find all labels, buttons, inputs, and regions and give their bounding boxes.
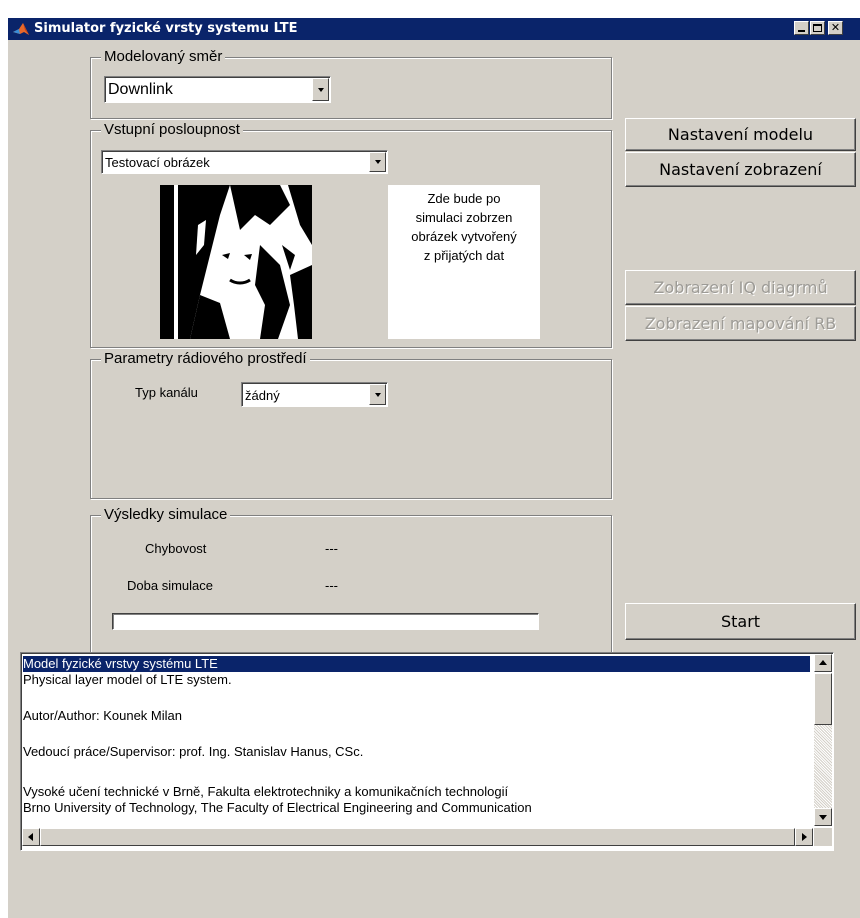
chevron-down-icon xyxy=(374,392,381,397)
input-sequence-select-arrow[interactable] xyxy=(369,152,386,172)
main-window: Simulator fyzické vrsty systemu LTE ✕ Mo… xyxy=(8,18,860,918)
start-button[interactable]: Start xyxy=(625,603,856,640)
model-settings-button[interactable]: Nastavení modelu xyxy=(625,118,856,151)
arrow-left-icon xyxy=(28,833,33,841)
output-image-placeholder: Zde bude po simulaci zobrzen obrázek vyt… xyxy=(388,185,540,339)
direction-panel: Modelovaný směr Downlink xyxy=(90,48,612,119)
radio-environment-panel: Parametry rádiového prostředí Typ kanálu… xyxy=(90,350,612,499)
channel-type-select-value: žádný xyxy=(245,388,280,403)
rb-mapping-button[interactable]: Zobrazení mapování RB xyxy=(625,306,856,341)
input-panel: Vstupní posloupnost Testovací obrázek Zd… xyxy=(90,121,612,348)
placeholder-line: simulaci zobrzen xyxy=(415,210,513,225)
chevron-down-icon xyxy=(317,87,324,92)
channel-type-select-arrow[interactable] xyxy=(369,384,386,405)
maximize-button[interactable] xyxy=(810,21,825,35)
horizontal-scroll-thumb[interactable] xyxy=(40,828,795,846)
error-rate-label: Chybovost xyxy=(145,541,207,556)
scroll-down-button[interactable] xyxy=(814,808,832,826)
list-item[interactable]: Model fyzické vrstvy systému LTE xyxy=(23,656,810,672)
results-panel-title: Výsledky simulace xyxy=(101,506,231,523)
direction-panel-title: Modelovaný směr xyxy=(101,48,226,65)
iq-diagrams-button[interactable]: Zobrazení IQ diagrmů xyxy=(625,270,856,305)
input-sequence-select[interactable]: Testovací obrázek xyxy=(101,150,388,174)
error-rate-value: --- xyxy=(325,541,338,556)
input-panel-title: Vstupní posloupnost xyxy=(101,121,243,138)
scroll-right-button[interactable] xyxy=(795,828,813,846)
list-item[interactable]: Vedoucí práce/Supervisor: prof. Ing. Sta… xyxy=(23,744,363,760)
test-image xyxy=(160,185,312,339)
title-bar[interactable]: Simulator fyzické vrsty systemu LTE ✕ xyxy=(8,18,860,40)
display-settings-button[interactable]: Nastavení zobrazení xyxy=(625,152,856,187)
direction-select[interactable]: Downlink xyxy=(104,76,331,103)
placeholder-line: obrázek vytvořený xyxy=(411,229,517,244)
direction-select-value: Downlink xyxy=(108,81,173,98)
close-button[interactable]: ✕ xyxy=(828,21,843,35)
vertical-scroll-thumb[interactable] xyxy=(814,673,832,725)
simulation-time-label: Doba simulace xyxy=(127,578,213,593)
info-listbox[interactable]: Model fyzické vrstvy systému LTE Physica… xyxy=(20,652,834,851)
maximize-icon xyxy=(813,24,822,32)
channel-type-select[interactable]: žádný xyxy=(241,382,388,407)
scroll-corner xyxy=(814,828,832,846)
list-item[interactable]: Brno University of Technology, The Facul… xyxy=(23,800,532,816)
arrow-right-icon xyxy=(802,833,807,841)
placeholder-line: Zde bude po xyxy=(427,191,501,206)
simulation-time-value: --- xyxy=(325,578,338,593)
window-title: Simulator fyzické vrsty systemu LTE xyxy=(34,21,298,36)
matlab-logo-icon xyxy=(13,23,29,35)
simulation-progress-bar xyxy=(112,613,539,630)
arrow-up-icon xyxy=(819,660,827,665)
minimize-icon xyxy=(798,30,805,32)
radio-environment-panel-title: Parametry rádiového prostředí xyxy=(101,350,310,367)
vertical-scroll-track[interactable] xyxy=(814,725,832,808)
list-item[interactable]: Physical layer model of LTE system. xyxy=(23,672,232,688)
channel-type-label: Typ kanálu xyxy=(135,385,198,400)
placeholder-line: z přijatých dat xyxy=(423,248,505,263)
close-icon: ✕ xyxy=(830,21,841,34)
list-item[interactable]: Vysoké učení technické v Brně, Fakulta e… xyxy=(23,784,508,800)
chevron-down-icon xyxy=(374,160,381,164)
scroll-up-button[interactable] xyxy=(814,654,832,672)
scroll-left-button[interactable] xyxy=(22,828,40,846)
results-panel: Výsledky simulace Chybovost --- Doba sim… xyxy=(90,506,612,655)
input-sequence-select-value: Testovací obrázek xyxy=(105,155,210,170)
list-item[interactable]: Autor/Author: Kounek Milan xyxy=(23,708,182,724)
direction-select-arrow[interactable] xyxy=(312,78,329,101)
minimize-button[interactable] xyxy=(794,21,809,35)
arrow-down-icon xyxy=(819,815,827,820)
